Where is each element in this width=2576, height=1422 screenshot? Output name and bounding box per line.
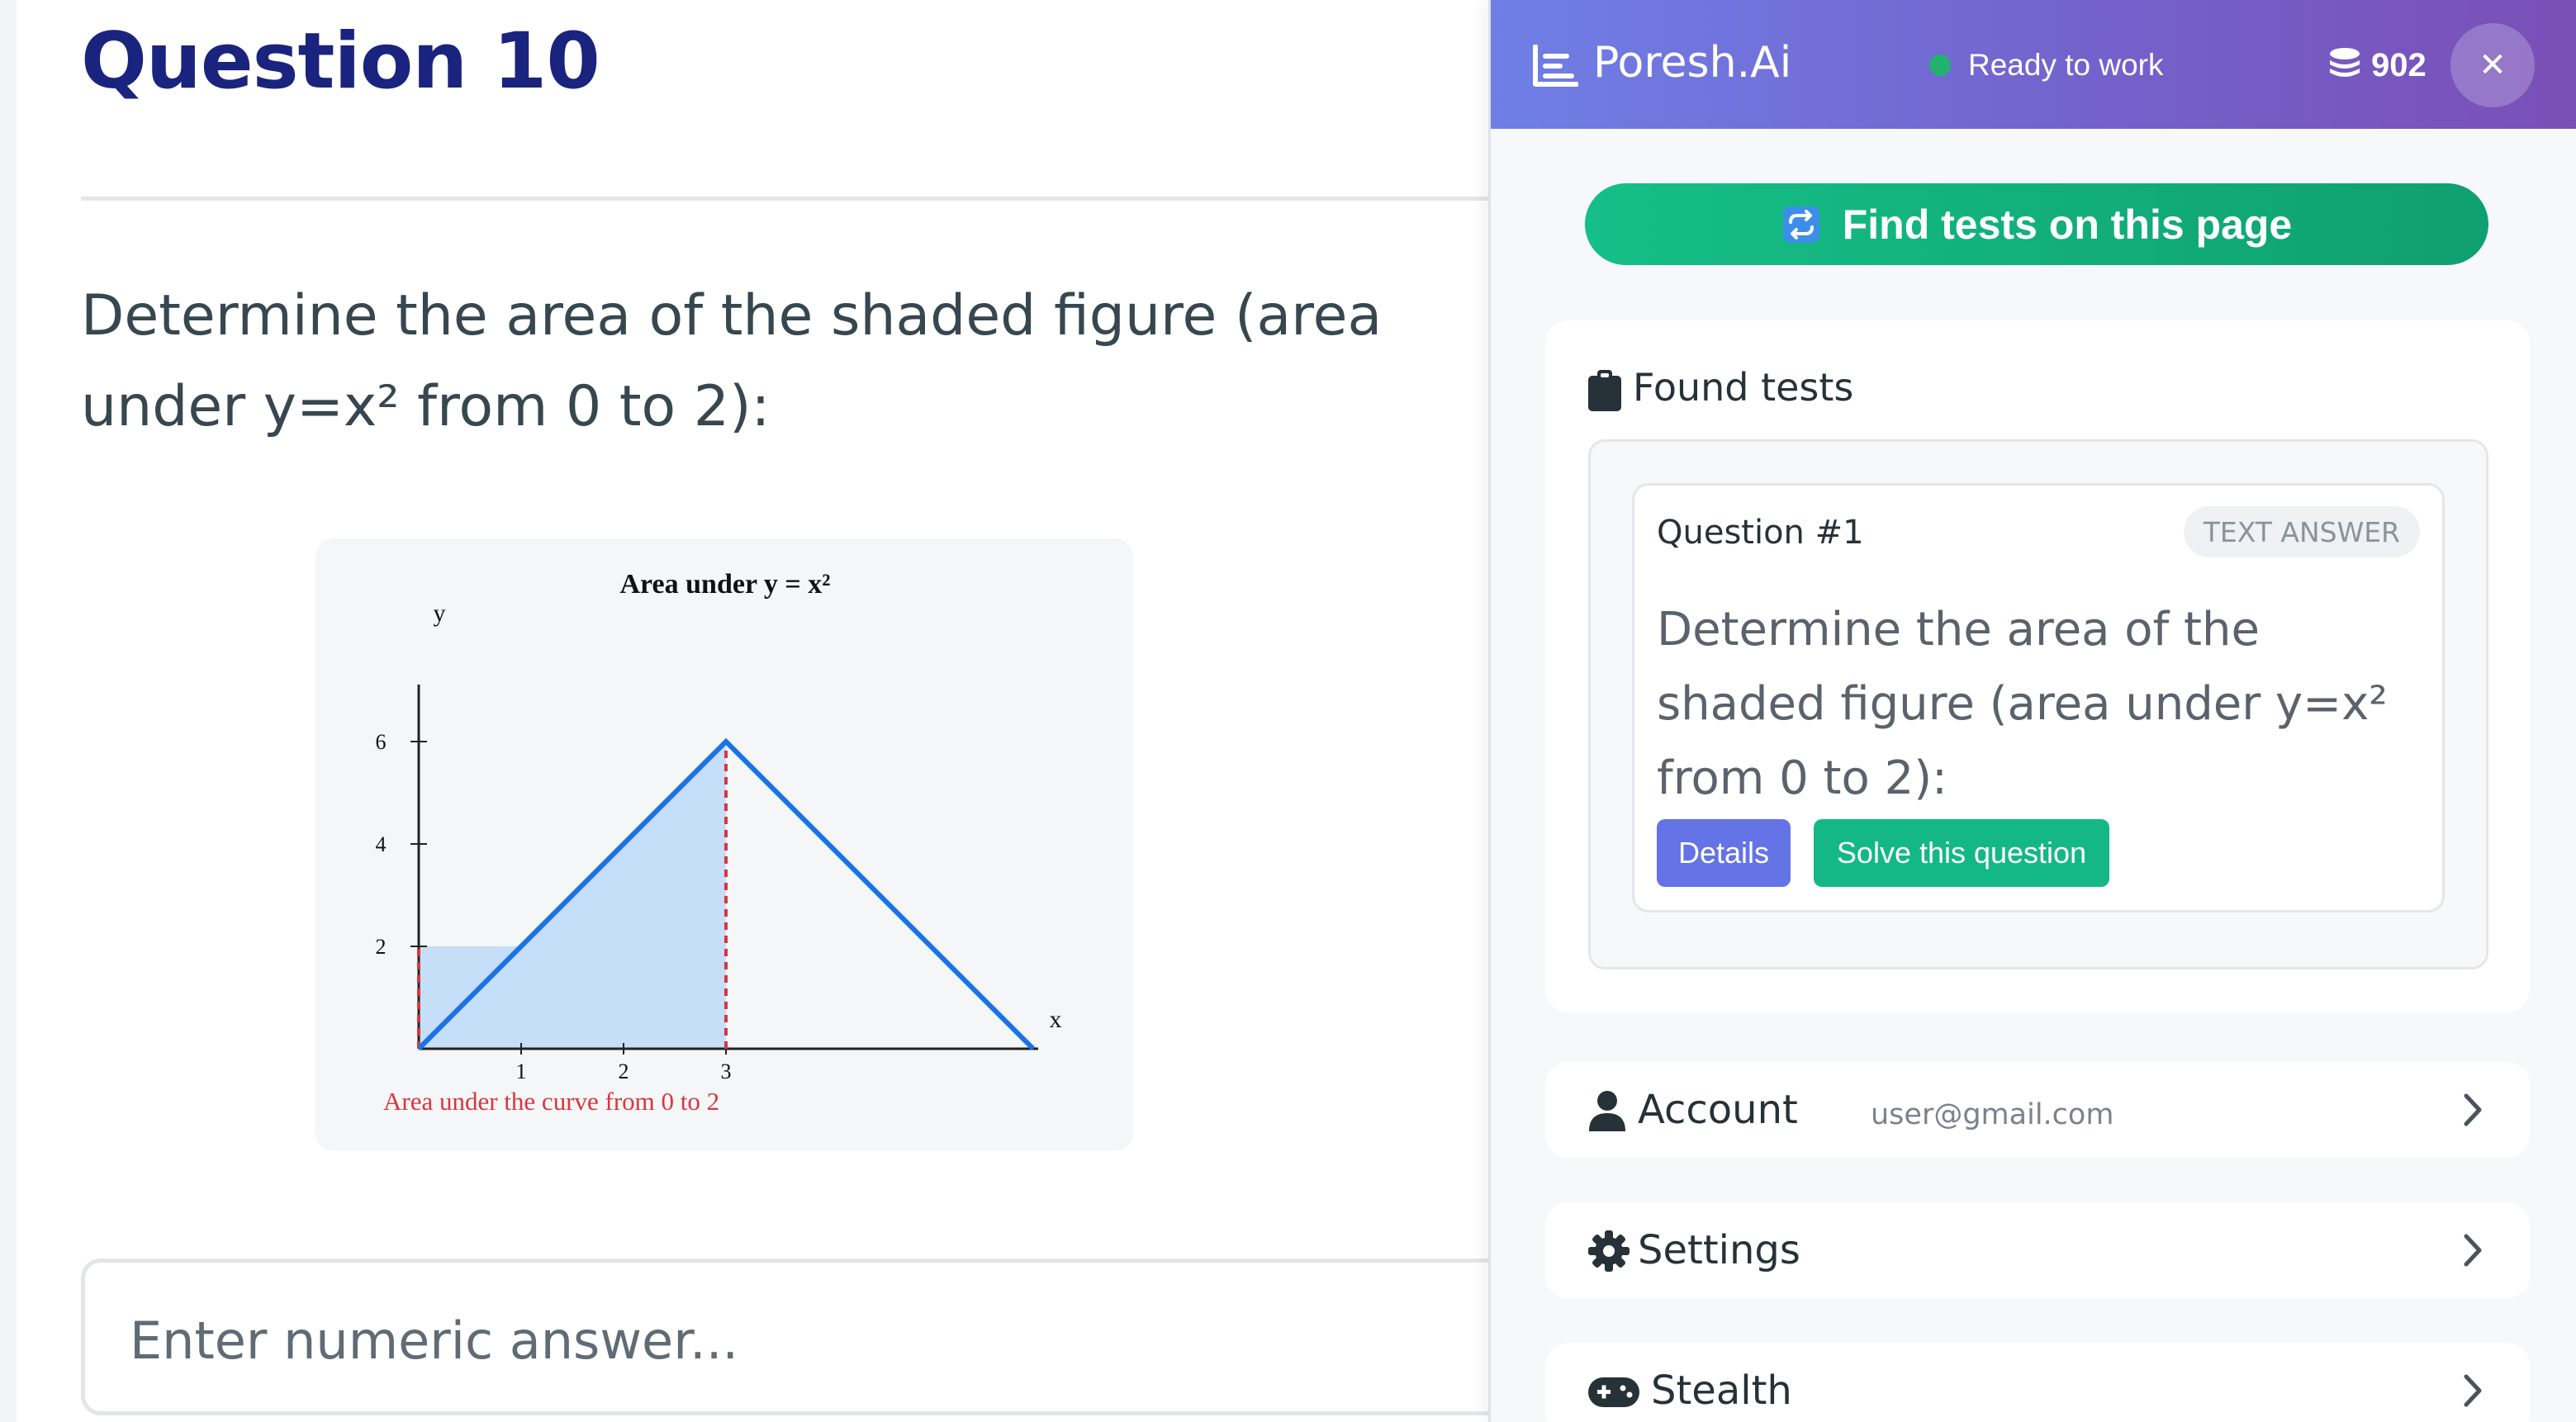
test-card: Question #1 TEXT ANSWER Determine the ar… (1632, 483, 2445, 912)
heading-divider (81, 197, 1495, 201)
clipboard-icon (1588, 370, 1621, 411)
gamepad-icon (1588, 1377, 1639, 1407)
menu-item-stealth[interactable]: Stealth (1545, 1343, 2530, 1422)
chart-annotation: Area under the curve from 0 to 2 (383, 1087, 719, 1116)
y-tick-label: 4 (376, 832, 387, 856)
stealth-label: Stealth (1651, 1367, 1792, 1414)
coins-count: 902 (2371, 47, 2427, 83)
answer-field[interactable] (81, 1258, 1535, 1415)
status-indicator (1929, 55, 1951, 76)
area-chart: Area under y = x² 1 2 3 2 4 6 y x Area under … (376, 569, 1062, 1116)
y-axis-label: y (434, 600, 446, 627)
brand-name: Poresh.Ai (1593, 38, 1792, 88)
status-text: Ready to work (1968, 48, 2164, 82)
menu-item-settings[interactable]: Settings (1545, 1202, 2530, 1298)
chart-logo-icon (1533, 45, 1578, 87)
page: Question 10 Determine the area of the sh… (0, 0, 2576, 1422)
question-text: Determine the area of the shaded figure … (81, 283, 1383, 439)
test-title: Question #1 (1657, 514, 1864, 552)
figure-card: Area under y = x² 1 2 3 2 4 6 y x Area under … (315, 538, 1133, 1151)
coins-icon (2330, 48, 2360, 77)
menu-item-account[interactable]: Account user@gmail.com (1545, 1062, 2530, 1158)
panel-header: Poresh.Ai Ready to work 902 ✕ (1491, 0, 2576, 129)
user-icon (1589, 1091, 1625, 1131)
account-label: Account (1638, 1087, 1798, 1133)
solve-question-button[interactable]: Solve this question (1814, 819, 2109, 887)
x-axis-label: x (1050, 1006, 1062, 1033)
gear-icon (1588, 1230, 1630, 1272)
page-edge-strip (0, 0, 17, 1422)
close-button[interactable]: ✕ (2450, 23, 2535, 107)
details-button[interactable]: Details (1657, 819, 1791, 887)
x-tick-label: 1 (516, 1059, 527, 1083)
test-type-badge: TEXT ANSWER (2183, 506, 2420, 557)
account-email: user@gmail.com (1871, 1098, 2114, 1131)
find-tests-button[interactable]: Find tests on this page (1585, 183, 2488, 265)
tests-list: Question #1 TEXT ANSWER Determine the ar… (1588, 439, 2488, 969)
y-tick-label: 2 (376, 935, 387, 959)
found-tests-title: Found tests (1633, 365, 1854, 410)
x-tick-label: 3 (721, 1059, 732, 1083)
chart-title: Area under y = x² (620, 569, 831, 600)
found-tests-card: Found tests Question #1 TEXT ANSWER Dete… (1545, 320, 2530, 1012)
x-tick-label: 2 (619, 1059, 629, 1083)
answer-input[interactable] (130, 1307, 1451, 1373)
extension-panel: Poresh.Ai Ready to work 902 ✕ Find tests… (1488, 0, 2576, 1422)
refresh-icon (1782, 206, 1819, 243)
question-heading: Question 10 (81, 17, 600, 107)
test-question-text: Determine the area of the shaded figure … (1657, 603, 2388, 805)
chevron-right-icon (2464, 1374, 2482, 1407)
settings-label: Settings (1638, 1227, 1800, 1273)
chevron-right-icon (2464, 1093, 2482, 1126)
find-tests-label: Find tests on this page (1842, 201, 2293, 248)
y-tick-label: 6 (376, 730, 387, 754)
chart-plot-layer: 1 2 3 2 4 6 (376, 685, 1038, 1083)
chevron-right-icon (2464, 1234, 2482, 1267)
